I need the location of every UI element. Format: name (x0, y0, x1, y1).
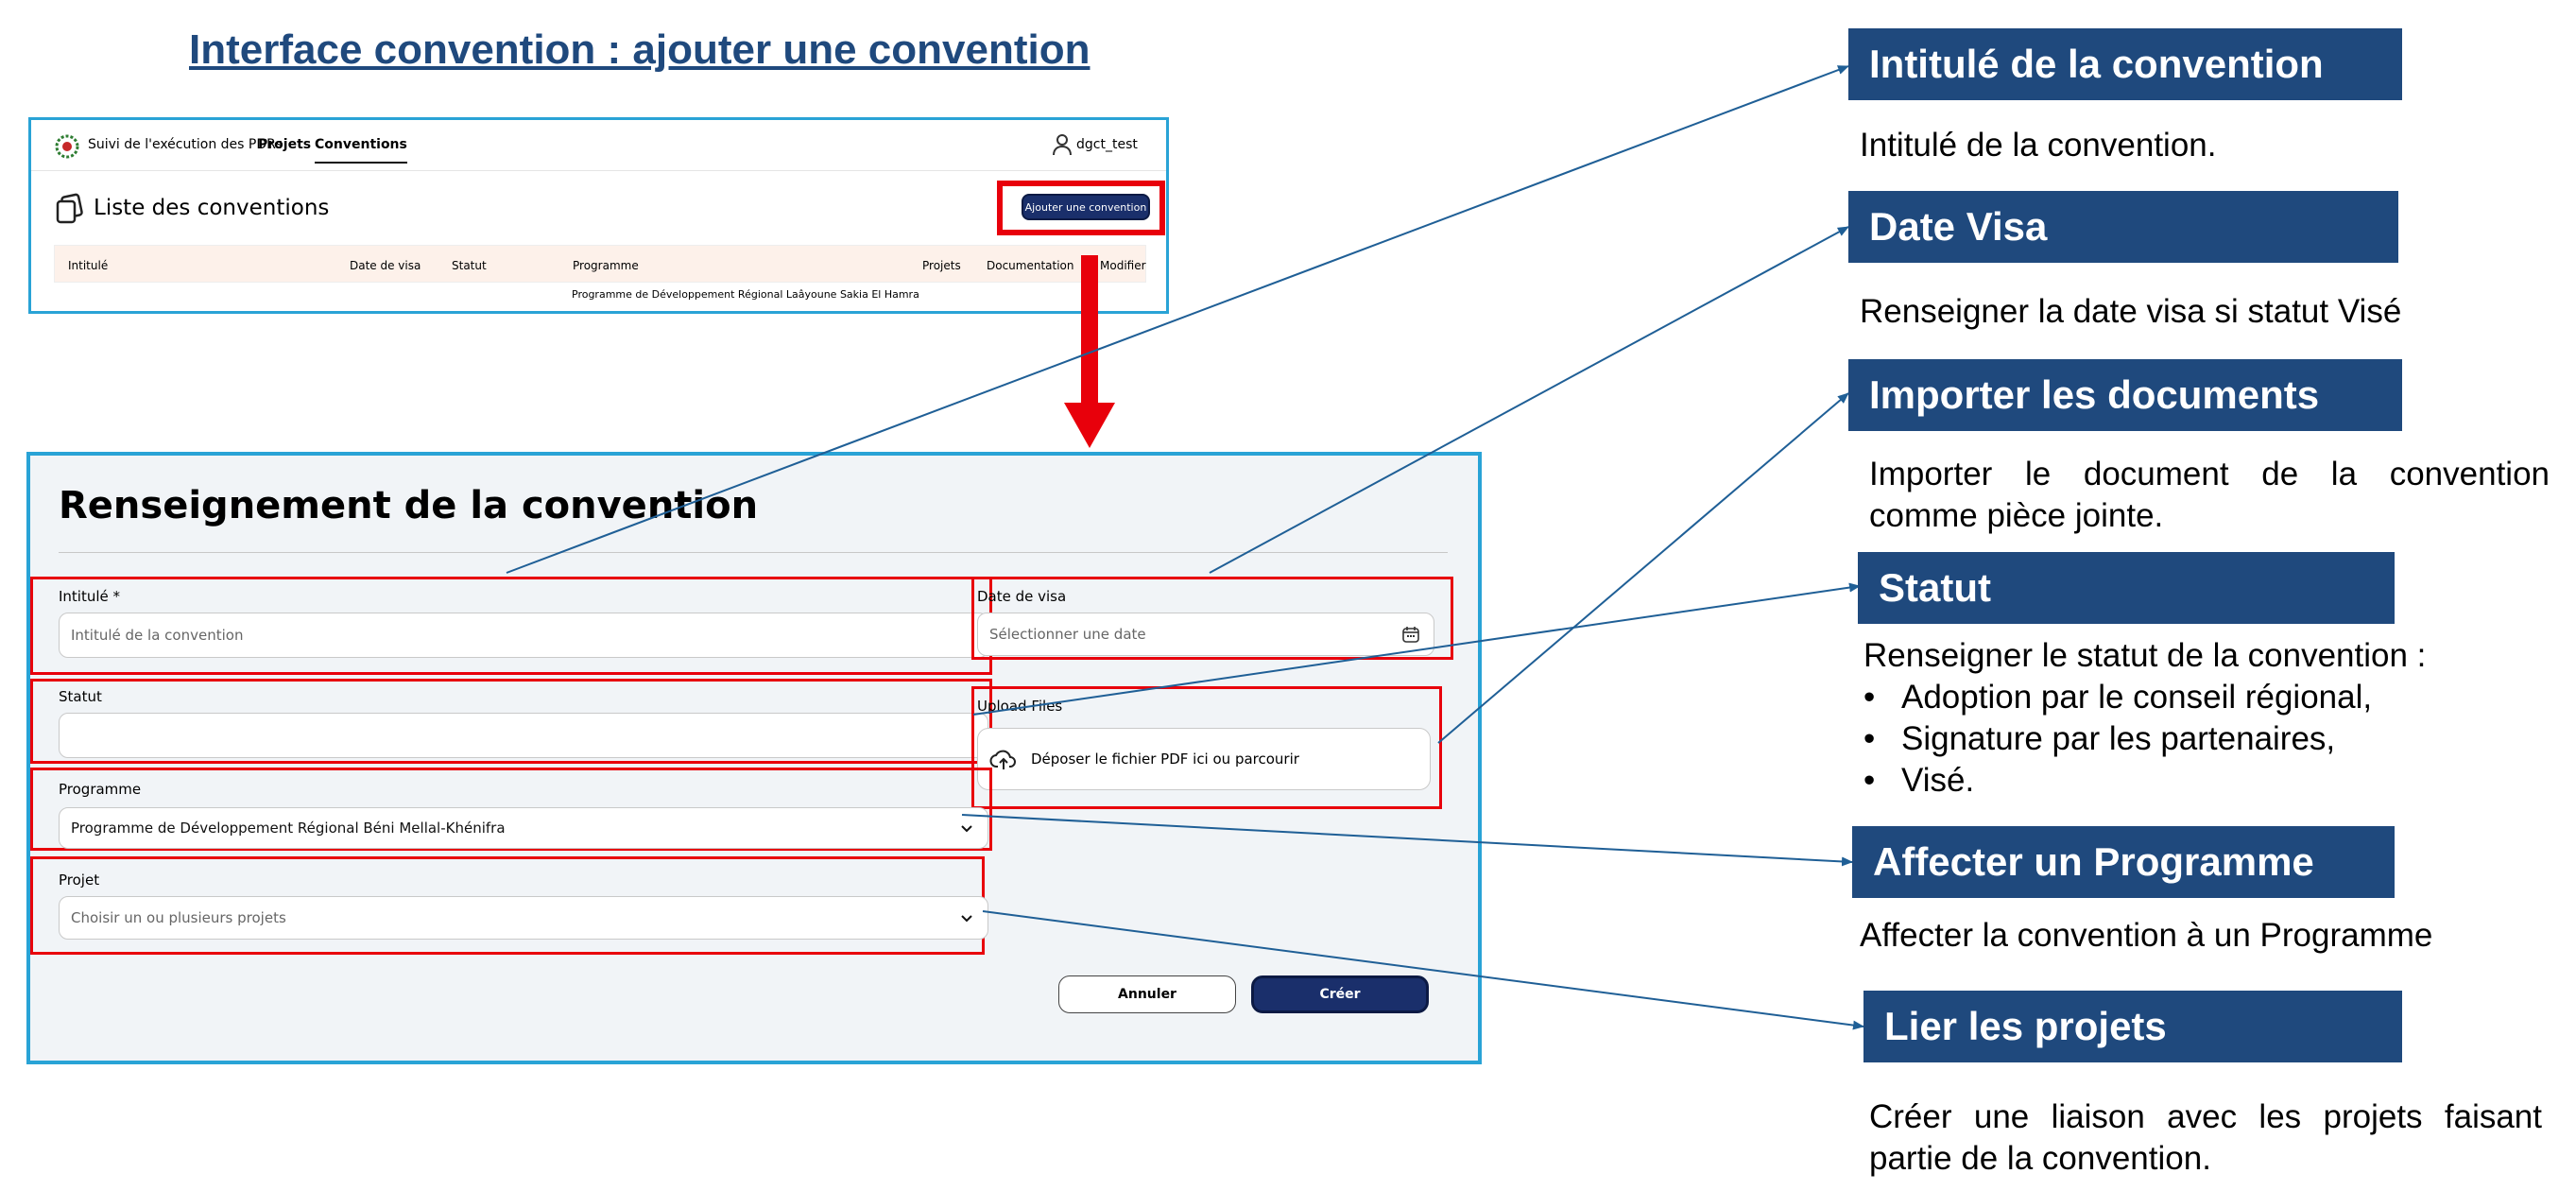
slide-title: Interface convention : ajouter une conve… (189, 26, 1091, 73)
statut-select[interactable] (59, 713, 988, 758)
desc-programme: Affecter la convention à un Programme (1860, 917, 2433, 954)
col-date-visa[interactable]: Date de visa (350, 259, 421, 272)
programme-select[interactable]: Programme de Développement Régional Béni… (59, 807, 988, 849)
nav-conventions[interactable]: Conventions (315, 137, 407, 164)
row-programme: Programme de Développement Régional Laây… (572, 288, 919, 301)
divider (59, 552, 1448, 553)
col-modifier: Modifier (1100, 259, 1146, 272)
col-statut[interactable]: Statut (452, 259, 487, 272)
date-visa-input[interactable]: Sélectionner une date (977, 613, 1434, 656)
upload-icon (989, 750, 1016, 769)
table-row[interactable]: Programme de Développement Régional Laây… (54, 285, 1146, 311)
callout-projets: Lier les projets (1863, 991, 2402, 1062)
intitule-input[interactable]: Intitulé de la convention (59, 613, 988, 658)
intitule-label: Intitulé * (59, 588, 121, 605)
statut-list: Adoption par le conseil régional, Signat… (1863, 677, 2372, 802)
red-arrow-head (1064, 403, 1115, 448)
calendar-icon[interactable] (1401, 625, 1420, 644)
projet-select[interactable]: Choisir un ou plusieurs projets (59, 896, 988, 940)
desc-projets-1: Créer une liaison avec les projets faisa… (1869, 1098, 2542, 1135)
chevron-down-icon (961, 915, 972, 923)
desc-documents-1: Importer le document de la convention (1869, 456, 2550, 492)
projet-label: Projet (59, 872, 100, 889)
list-item: Signature par les partenaires, (1863, 718, 2372, 760)
desc-documents-2: comme pièce jointe. (1869, 497, 2164, 534)
red-arrow-shaft (1081, 255, 1098, 406)
callout-date-visa: Date Visa (1848, 191, 2398, 263)
desc-intitule: Intitulé de la convention. (1860, 127, 2217, 164)
list-item: Visé. (1863, 760, 2372, 802)
callout-statut: Statut (1858, 552, 2395, 624)
app-list-screenshot: Suivi de l'exécution des PDRs Projets Co… (28, 117, 1169, 314)
documents-icon (56, 193, 83, 224)
callout-documents: Importer les documents (1848, 359, 2402, 431)
desc-projets-2: partie de la convention. (1869, 1140, 2211, 1177)
programme-label: Programme (59, 781, 142, 798)
date-visa-placeholder: Sélectionner une date (989, 626, 1146, 643)
cancel-button[interactable]: Annuler (1058, 975, 1236, 1013)
connector-upload (1437, 392, 1849, 744)
form-title: Renseignement de la convention (59, 484, 759, 527)
chevron-down-icon (961, 825, 972, 833)
top-navbar: Suivi de l'exécution des PDRs Projets Co… (31, 120, 1166, 171)
convention-form: Renseignement de la convention Intitulé … (26, 452, 1482, 1064)
user-name[interactable]: dgct_test (1076, 137, 1138, 152)
col-programme: Programme (573, 259, 639, 272)
callout-programme: Affecter un Programme (1852, 826, 2395, 898)
create-button[interactable]: Créer (1251, 975, 1429, 1013)
app-name: Suivi de l'exécution des PDRs (88, 137, 283, 152)
list-item: Adoption par le conseil régional, (1863, 677, 2372, 718)
date-visa-label: Date de visa (977, 588, 1067, 605)
projet-placeholder: Choisir un ou plusieurs projets (71, 909, 286, 926)
col-intitule[interactable]: Intitulé (68, 259, 108, 272)
upload-text: Déposer le fichier PDF ici ou parcourir (1031, 751, 1299, 768)
desc-date-visa: Renseigner la date visa si statut Visé (1860, 293, 2402, 330)
col-documentation: Documentation (987, 259, 1074, 272)
table-header: Intitulé Date de visa Statut Programme P… (54, 245, 1146, 283)
statut-label: Statut (59, 688, 102, 705)
upload-dropzone[interactable]: Déposer le fichier PDF ici ou parcourir (977, 728, 1431, 790)
nav-projets[interactable]: Projets (258, 137, 311, 152)
list-title: Liste des conventions (94, 196, 330, 220)
upload-label: Upload Files (977, 698, 1063, 715)
add-convention-button[interactable]: Ajouter une convention (1022, 194, 1150, 220)
programme-value: Programme de Développement Régional Béni… (71, 820, 506, 837)
desc-statut: Renseigner le statut de la convention : (1863, 637, 2427, 674)
user-icon (1053, 134, 1072, 156)
logo-icon (55, 134, 79, 159)
callout-intitule: Intitulé de la convention (1848, 28, 2402, 100)
col-projets: Projets (922, 259, 961, 272)
